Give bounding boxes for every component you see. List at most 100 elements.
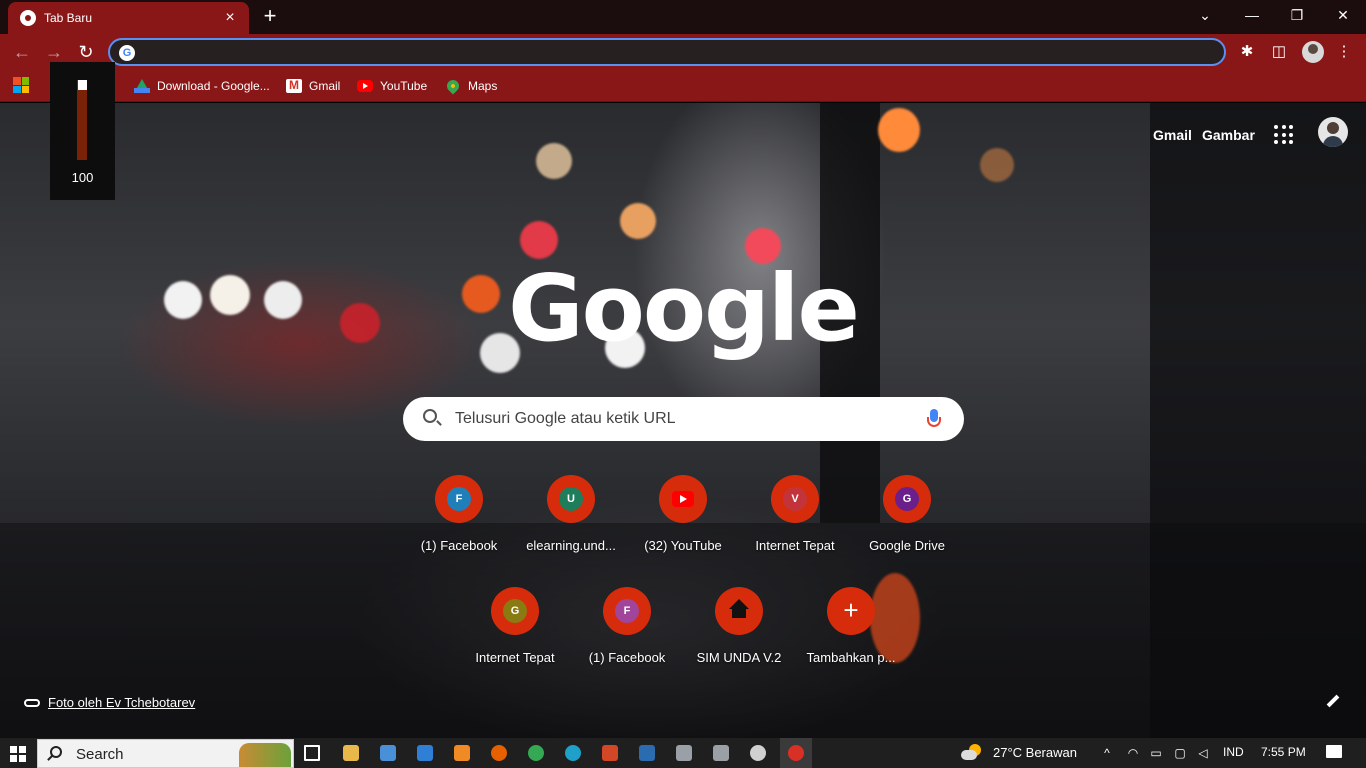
- shortcut-letter-icon: F: [447, 487, 471, 511]
- shortcut-tile[interactable]: G Internet Tepat: [459, 587, 571, 687]
- speaker-icon[interactable]: ◁: [1195, 745, 1211, 761]
- account-avatar[interactable]: [1318, 117, 1348, 147]
- youtube-icon: [672, 491, 694, 507]
- google-icon: G: [119, 45, 135, 61]
- back-button[interactable]: ←: [10, 40, 34, 64]
- shortcut-letter-icon: U: [559, 487, 583, 511]
- file-explorer-icon[interactable]: [343, 745, 359, 761]
- active-chrome-taskbar-item[interactable]: [780, 738, 812, 768]
- shortcut-icon-circle: V: [771, 475, 819, 523]
- forward-button[interactable]: →: [42, 40, 66, 64]
- shortcut-tile[interactable]: Uelearning.und...: [515, 475, 627, 575]
- shortcut-icon-circle: F: [603, 587, 651, 635]
- search-placeholder: Telusuri Google atau ketik URL: [455, 410, 676, 427]
- store-icon[interactable]: [380, 745, 396, 761]
- battery-icon[interactable]: ▭: [1148, 745, 1164, 761]
- shortcut-tile[interactable]: F (1) Facebook: [571, 587, 683, 687]
- network-app-icon[interactable]: [676, 745, 692, 761]
- reload-button[interactable]: ↻: [74, 40, 98, 64]
- address-input[interactable]: [142, 42, 1212, 62]
- chevron-up-icon[interactable]: ^: [1099, 745, 1115, 761]
- menu-icon[interactable]: ⋮: [1334, 42, 1354, 62]
- shortcut-label: Tambahkan p...: [806, 650, 896, 665]
- shortcut-tile[interactable]: (32) YouTube: [627, 475, 739, 575]
- tab-title: Tab Baru: [44, 11, 93, 25]
- shortcut-icon-circle: U: [547, 475, 595, 523]
- maximize-button[interactable]: ❐: [1282, 4, 1312, 26]
- taskbar-search-label: Search: [76, 746, 124, 763]
- bookmark-youtube[interactable]: YouTube: [357, 76, 427, 96]
- bookmark-label: YouTube: [380, 79, 428, 93]
- bookmark-label: Download - Google...: [157, 79, 270, 93]
- gmail-icon: [286, 78, 302, 93]
- shortcut-tile[interactable]: + Tambahkan p...: [795, 587, 907, 687]
- firefox-icon[interactable]: [491, 745, 507, 761]
- language-indicator[interactable]: IND: [1223, 745, 1244, 759]
- shortcut-tile[interactable]: SIM UNDA V.2: [683, 587, 795, 687]
- shortcut-icon-circle: F: [435, 475, 483, 523]
- shortcut-label: SIM UNDA V.2: [696, 650, 782, 665]
- xampp-icon[interactable]: [454, 745, 470, 761]
- maps-icon: [444, 77, 462, 95]
- search-highlight-image: [239, 743, 291, 767]
- tab-search-icon[interactable]: ⌄: [1190, 4, 1220, 26]
- new-tab-page: Gmail Gambar Google Telusuri Google atau…: [0, 103, 1366, 738]
- shortcut-letter-icon: G: [895, 487, 919, 511]
- address-bar[interactable]: G: [108, 38, 1226, 66]
- volume-track: [77, 80, 87, 160]
- network-app-2-icon[interactable]: [713, 745, 729, 761]
- shortcut-icon-circle: +: [827, 587, 875, 635]
- clock[interactable]: 7:55 PM: [1261, 745, 1306, 759]
- new-tab-button[interactable]: +: [258, 5, 282, 29]
- browser-toolbar: ← → ↻ G ✱ ◫ ⋮: [0, 34, 1366, 70]
- microphone-icon[interactable]: [927, 409, 941, 427]
- shortcut-label: Internet Tepat: [755, 538, 835, 553]
- volume-overlay: 100: [50, 62, 115, 200]
- taskbar-search[interactable]: Search: [37, 739, 294, 768]
- bookmark-download-google[interactable]: Download - Google...: [134, 76, 270, 96]
- bookmarks-bar: Download - Google... Gmail YouTube Maps: [0, 70, 1366, 102]
- chrome-icon[interactable]: [528, 745, 544, 761]
- extensions-icon[interactable]: ✱: [1237, 42, 1257, 62]
- shortcut-tile[interactable]: G Google Drive: [851, 475, 963, 575]
- weather-text[interactable]: 27°C Berawan: [993, 745, 1077, 760]
- shortcut-letter-icon: F: [615, 599, 639, 623]
- minimize-button[interactable]: —: [1237, 4, 1267, 26]
- weather-icon[interactable]: [961, 742, 981, 762]
- bookmark-gmail[interactable]: Gmail: [286, 76, 340, 96]
- tab-new-tab[interactable]: Tab Baru ×: [8, 2, 249, 34]
- volume-fill: [77, 80, 87, 160]
- search-icon: [50, 746, 62, 758]
- windows-start-icon[interactable]: [10, 746, 26, 762]
- volume-thumb[interactable]: [78, 80, 87, 90]
- shortcut-tile[interactable]: V Internet Tepat: [739, 475, 851, 575]
- side-panel-icon[interactable]: ◫: [1269, 42, 1289, 62]
- shortcut-icon-circle: G: [491, 587, 539, 635]
- gmail-link[interactable]: Gmail: [1153, 127, 1192, 143]
- photo-credit[interactable]: Foto oleh Ev Tchebotarev: [24, 695, 195, 710]
- windows-taskbar: Search 27°C Berawan ^ ◠ ▭ ▢ ◁ IND 7:55 P…: [0, 738, 1366, 768]
- google-apps-icon[interactable]: [1274, 125, 1294, 145]
- title-bar: Tab Baru × + ⌄ — ❐ ✕: [0, 0, 1366, 34]
- close-window-button[interactable]: ✕: [1328, 4, 1358, 26]
- shortcut-tile[interactable]: F (1) Facebook: [403, 475, 515, 575]
- settings-icon[interactable]: [750, 745, 766, 761]
- bookmark-maps[interactable]: Maps: [444, 76, 497, 96]
- notification-icon[interactable]: [1326, 745, 1342, 758]
- meet-now-icon[interactable]: ▢: [1172, 745, 1188, 761]
- google-drive-icon: [134, 79, 150, 93]
- search-box[interactable]: Telusuri Google atau ketik URL: [403, 397, 964, 441]
- chrome-icon: [788, 745, 804, 761]
- task-view-icon[interactable]: [304, 745, 320, 761]
- shortcut-letter-icon: V: [783, 487, 807, 511]
- apps-icon[interactable]: [13, 77, 29, 93]
- control-panel-icon[interactable]: [639, 745, 655, 761]
- images-link[interactable]: Gambar: [1202, 127, 1255, 143]
- wifi-icon[interactable]: ◠: [1125, 745, 1141, 761]
- tab-close-icon[interactable]: ×: [221, 10, 239, 26]
- mail-icon[interactable]: [417, 745, 433, 761]
- edge-icon[interactable]: [565, 745, 581, 761]
- profile-avatar[interactable]: [1302, 41, 1324, 63]
- powerpoint-icon[interactable]: [602, 745, 618, 761]
- home-icon: [729, 599, 749, 619]
